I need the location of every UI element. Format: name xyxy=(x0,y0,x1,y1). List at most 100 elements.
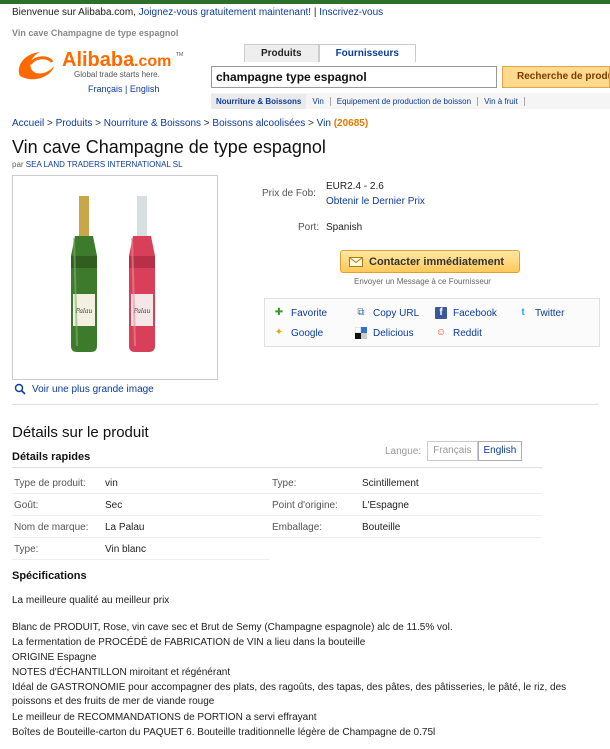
spec-line: Idéal de GASTRONOMIE pour accompagner de… xyxy=(12,682,567,707)
zoom-link[interactable]: Voir une plus grande image xyxy=(14,383,154,395)
attr-value: Bouteille xyxy=(362,522,401,533)
breadcrumb-wine[interactable]: Vin xyxy=(317,118,331,129)
join-link[interactable]: Joignez-vous gratuitement maintenant! xyxy=(139,7,311,18)
magnifier-icon xyxy=(14,383,26,395)
attr-value: vin xyxy=(105,478,118,489)
share-delicious[interactable]: Delicious xyxy=(354,326,414,339)
fob-price: EUR2.4 - 2.6 xyxy=(326,181,384,192)
fob-label: Prix de Fob: xyxy=(262,188,316,199)
share-reddit[interactable]: ☺ Reddit xyxy=(435,327,482,339)
logo-tld-text: .com xyxy=(134,53,171,70)
attr-row-line xyxy=(270,515,542,516)
share-copy-url[interactable]: ⧉ Copy URL xyxy=(355,307,419,319)
tab-products[interactable]: Produits xyxy=(244,44,319,62)
search-input[interactable] xyxy=(211,66,497,88)
seller-link[interactable]: SEA LAND TRADERS INTERNATIONAL SL xyxy=(26,160,183,169)
share-google[interactable]: ✦ Google xyxy=(273,327,323,339)
share-delicious-label: Delicious xyxy=(373,327,414,339)
register-link[interactable]: Inscrivez-vous xyxy=(319,7,383,18)
spec-line: Le meilleur de RECOMMANDATIONS de PORTIO… xyxy=(12,712,317,723)
breadcrumb-sep: > xyxy=(47,118,53,129)
breadcrumb: Accueil > Produits > Nourriture & Boisso… xyxy=(12,118,368,129)
details-lang-en[interactable]: English xyxy=(477,441,523,461)
zoom-link-text: Voir une plus grande image xyxy=(32,383,154,395)
attr-key: Type: xyxy=(272,478,297,489)
search-button[interactable]: Recherche de produits xyxy=(502,66,610,88)
logo-tagline: Global trade starts here. xyxy=(74,70,160,79)
share-favorite-label: Favorite xyxy=(291,307,328,319)
contact-note: Envoyer un Message à ce Fournisseur xyxy=(354,277,491,286)
port-label: Port: xyxy=(298,222,320,233)
site-languages: Français | English xyxy=(88,84,159,94)
attr-value: Vin blanc xyxy=(105,544,146,555)
share-copy-url-label: Copy URL xyxy=(373,307,420,319)
lang-sep: | xyxy=(125,84,128,94)
category-fruit-wine[interactable]: Vin à fruit xyxy=(478,96,525,106)
quick-details-title: Détails rapides xyxy=(12,451,91,463)
attr-value: La Palau xyxy=(105,522,145,533)
attr-row-line xyxy=(12,559,270,560)
spec-line: NOTES d'ÉCHANTILLON miroitant et régénér… xyxy=(12,667,231,678)
breadcrumb-alcohol[interactable]: Boissons alcoolisées xyxy=(212,118,305,129)
lang-en-link[interactable]: English xyxy=(130,84,160,94)
latest-price-link[interactable]: Obtenir le Dernier Prix xyxy=(326,196,425,207)
top-strip xyxy=(0,0,610,4)
category-food[interactable]: Nourriture & Boissons xyxy=(211,93,307,109)
logo-tm: TM xyxy=(176,52,183,58)
reddit-icon: ☺ xyxy=(435,327,447,338)
category-wine[interactable]: Vin xyxy=(306,96,331,106)
envelope-icon xyxy=(349,256,363,267)
share-favorite[interactable]: ✚ Favorite xyxy=(273,307,327,319)
attr-key: Nom de marque: xyxy=(14,522,89,533)
tab-suppliers[interactable]: Fournisseurs xyxy=(318,44,416,62)
share-facebook[interactable]: f Facebook xyxy=(435,307,497,319)
attr-row-line xyxy=(270,493,542,494)
attr-key: Type: xyxy=(14,544,39,555)
attr-value: Scintillement xyxy=(362,478,419,489)
page-title: Vin cave Champagne de type espagnol xyxy=(12,137,326,157)
breadcrumb-food[interactable]: Nourriture & Boissons xyxy=(104,118,201,129)
spec-line: ORIGINE Espagne xyxy=(12,652,97,663)
google-icon: ✦ xyxy=(274,327,284,338)
category-bar: Nourriture & Boissons Vin Equipement de … xyxy=(211,93,610,109)
delicious-icon xyxy=(354,326,367,339)
favorite-icon: ✚ xyxy=(274,307,284,318)
green-bottle-label: Palau xyxy=(75,308,93,315)
details-language-switch: Langue: Français English xyxy=(385,441,523,461)
details-title: Détails sur le produit xyxy=(12,424,149,441)
attr-key: Goût: xyxy=(14,500,39,511)
welcome-text: Bienvenue sur Alibaba.com, xyxy=(12,7,136,18)
welcome-sep: | xyxy=(313,7,317,18)
breadcrumb-sep: > xyxy=(203,118,210,129)
share-google-label: Google xyxy=(291,327,324,339)
attr-value: Sec xyxy=(105,500,123,511)
details-lang-fr[interactable]: Français xyxy=(427,441,478,461)
share-twitter[interactable]: t Twitter xyxy=(517,307,564,319)
lang-fr-link[interactable]: Français xyxy=(88,84,123,94)
section-divider xyxy=(12,404,598,405)
share-facebook-label: Facebook xyxy=(453,307,497,319)
breadcrumb-sep: > xyxy=(95,118,101,129)
twitter-icon: t xyxy=(521,307,525,318)
contact-now-label: Contacter immédiatement xyxy=(369,255,505,268)
rose-bottle-label: Palau xyxy=(133,308,151,315)
spec-line: Blanc de PRODUIT, Rose, vin cave sec et … xyxy=(12,622,453,633)
attr-key: Point d'origine: xyxy=(272,500,338,511)
category-equipment[interactable]: Equipement de production de boisson xyxy=(331,96,479,106)
details-lang-label: Langue: xyxy=(385,445,422,457)
breadcrumb-products[interactable]: Produits xyxy=(56,118,93,129)
spec-line: La fermentation de PROCÉDÉ de FABRICATIO… xyxy=(12,637,366,648)
product-image[interactable]: Palau Palau xyxy=(12,175,218,380)
attr-value: L'Espagne xyxy=(362,500,409,511)
facebook-icon: f xyxy=(435,307,447,319)
alibaba-logo[interactable]: Alibaba .com Global trade starts here. T… xyxy=(14,46,189,84)
attr-row-line xyxy=(12,493,270,494)
attr-key: Type de produit: xyxy=(14,478,86,489)
contact-now-button[interactable]: Contacter immédiatement xyxy=(340,250,520,273)
attr-row-line xyxy=(270,537,542,538)
alibaba-logo-icon: Alibaba .com Global trade starts here. T… xyxy=(18,49,183,80)
welcome-bar: Bienvenue sur Alibaba.com, Joignez-vous … xyxy=(12,7,383,18)
breadcrumb-home[interactable]: Accueil xyxy=(12,118,44,129)
breadcrumb-sep: > xyxy=(308,118,314,129)
breadcrumb-count: (20685) xyxy=(333,118,369,129)
